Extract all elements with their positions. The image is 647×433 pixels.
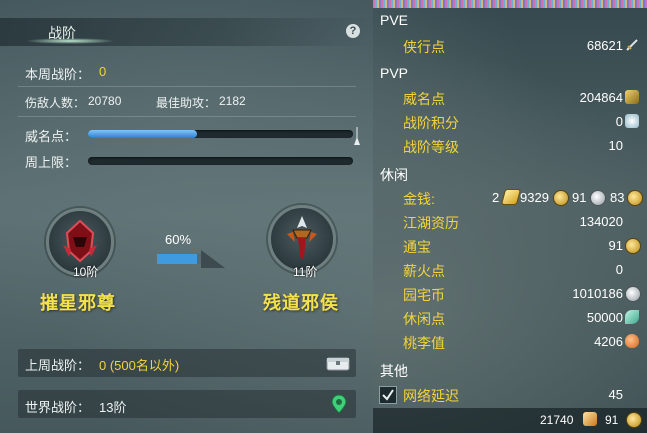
- last-week-rank-value: 0 (500名以外): [99, 358, 180, 373]
- prestige-progress-fill: [88, 130, 197, 138]
- jianghu-exp-label: 江湖资历: [403, 215, 459, 231]
- money-gold-bars: 2: [492, 190, 500, 205]
- color-strip-decoration: [373, 0, 647, 8]
- chest-icon[interactable]: [326, 354, 350, 372]
- kills-value: 20780: [88, 94, 122, 108]
- sword-icon: [626, 39, 638, 51]
- map-pin-icon[interactable]: [331, 394, 347, 414]
- tongbao-coin-icon: [625, 238, 641, 254]
- next-rank-level: 11阶: [293, 265, 318, 279]
- weekly-rank-label: 本周战阶：: [25, 67, 91, 82]
- world-rank-label: 世界战阶：: [25, 400, 91, 415]
- tongbao-label: 通宝: [403, 239, 431, 255]
- best-assist-value: 2182: [219, 94, 246, 108]
- world-rank-value: 13阶: [99, 400, 127, 415]
- rank-score-icon: [625, 114, 639, 128]
- money-silver: 91: [572, 190, 587, 205]
- copper-coin-icon: [627, 190, 643, 206]
- tongbao-value: 91: [608, 238, 623, 253]
- prestige-badge-icon: [625, 90, 639, 104]
- weekly-cap-progress-bar: [88, 157, 353, 165]
- bar-end-marker-icon: [354, 127, 360, 145]
- evil-marquis-crest-icon: [287, 216, 317, 260]
- pve-section-title: PVE: [380, 12, 409, 28]
- prestige-points-label: 威名点: [403, 91, 445, 107]
- rank-grade-label: 战阶等级: [403, 139, 459, 155]
- prestige-progress-bar: [88, 130, 353, 138]
- boot-icon: [583, 412, 597, 426]
- tab-underline-decoration: [25, 38, 115, 44]
- next-rank-name: 残道邪侯: [263, 293, 339, 313]
- leisure-points-label: 休闲点: [403, 311, 445, 327]
- latency-label: 网络延迟: [403, 388, 459, 404]
- fire-points-value: 0: [615, 262, 623, 277]
- current-rank-level: 10阶: [73, 265, 99, 279]
- checkmark-icon: [382, 389, 394, 401]
- other-section-title: 其他: [380, 363, 408, 379]
- rank-score-value: 0: [615, 114, 623, 129]
- home-coin-label: 园宅币: [403, 287, 445, 303]
- pve-label: 侠行点: [403, 39, 445, 55]
- help-icon[interactable]: ?: [346, 24, 360, 38]
- kills-label: 伤敌人数：: [25, 96, 86, 110]
- latency-value: 45: [608, 387, 623, 402]
- divider: [18, 116, 356, 117]
- bottom-coin-icon: [626, 412, 642, 428]
- rank-progress-percent: 60%: [165, 232, 192, 247]
- fire-points-label: 薪火点: [403, 263, 445, 279]
- weekly-cap-label: 周上限：: [25, 155, 78, 170]
- leisure-points-value: 50000: [586, 310, 623, 325]
- home-coin-value: 1010186: [572, 286, 623, 301]
- pve-value: 68621: [586, 38, 623, 53]
- latency-checkbox[interactable]: [379, 386, 397, 404]
- home-coin-icon: [625, 286, 641, 302]
- bottom-value-2: 91: [605, 413, 619, 427]
- current-rank-name: 摧星邪尊: [40, 293, 116, 313]
- jianghu-exp-value: 134020: [579, 214, 623, 229]
- leaf-icon: [625, 310, 639, 324]
- weekly-rank-value: 0: [99, 64, 107, 79]
- pvp-section-title: PVP: [380, 65, 409, 81]
- prestige-points-value: 204864: [579, 90, 623, 105]
- peach-plum-label: 桃李值: [403, 335, 445, 351]
- divider: [18, 86, 356, 87]
- gourd-icon: [625, 334, 639, 348]
- money-copper: 83: [610, 190, 625, 205]
- leisure-section-title: 休闲: [380, 167, 408, 183]
- money-gold: 9329: [520, 190, 549, 205]
- bottom-value-1: 21740: [540, 413, 574, 427]
- last-week-rank-label: 上周战阶：: [25, 358, 91, 373]
- silver-ingot-icon: [590, 190, 606, 206]
- best-assist-label: 最佳助攻：: [156, 96, 217, 110]
- money-label: 金钱:: [403, 191, 435, 207]
- peach-plum-value: 4206: [594, 334, 623, 349]
- rank-score-label: 战阶积分: [403, 115, 459, 131]
- prestige-label: 威名点：: [25, 129, 78, 144]
- rank-progress-arrow-icon: [157, 250, 225, 268]
- gold-ingot-icon: [553, 190, 569, 206]
- rank-grade-value: 10: [608, 138, 623, 153]
